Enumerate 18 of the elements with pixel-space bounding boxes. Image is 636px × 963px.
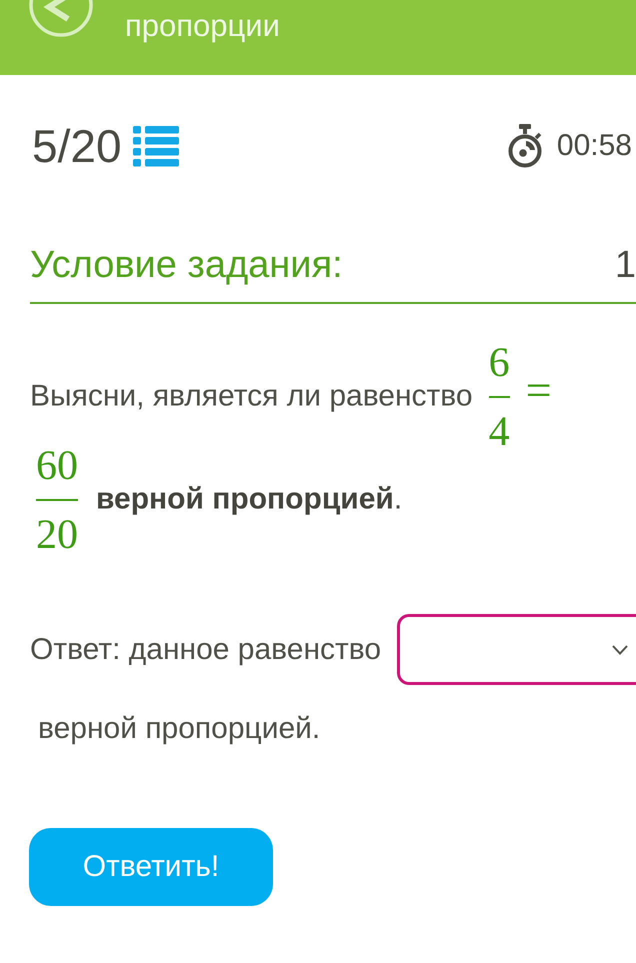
section-heading: Условие задания: bbox=[30, 243, 343, 288]
problem-text: Выясни, является ли равенство bbox=[30, 379, 473, 412]
fraction: 6 4 bbox=[488, 346, 511, 449]
heading-number: 1 bbox=[614, 243, 636, 288]
question-counter: 5/20 bbox=[32, 123, 122, 169]
back-icon[interactable] bbox=[29, 0, 93, 37]
equals-sign: = bbox=[526, 364, 552, 416]
problem-text: верной пропорцией. bbox=[96, 482, 402, 516]
answer-text: Ответ: данное равенство bbox=[30, 632, 382, 668]
page-title: пропорции bbox=[125, 8, 280, 44]
list-icon[interactable] bbox=[132, 126, 179, 166]
fraction: 60 20 bbox=[35, 449, 79, 552]
timer-text: 00:58 bbox=[556, 128, 632, 164]
submit-button[interactable]: Ответить! bbox=[29, 828, 273, 906]
answer-text: верной пропорцией. bbox=[38, 711, 320, 747]
stopwatch-icon bbox=[506, 124, 544, 168]
answer-dropdown[interactable] bbox=[397, 614, 636, 685]
chevron-down-icon bbox=[612, 644, 628, 654]
